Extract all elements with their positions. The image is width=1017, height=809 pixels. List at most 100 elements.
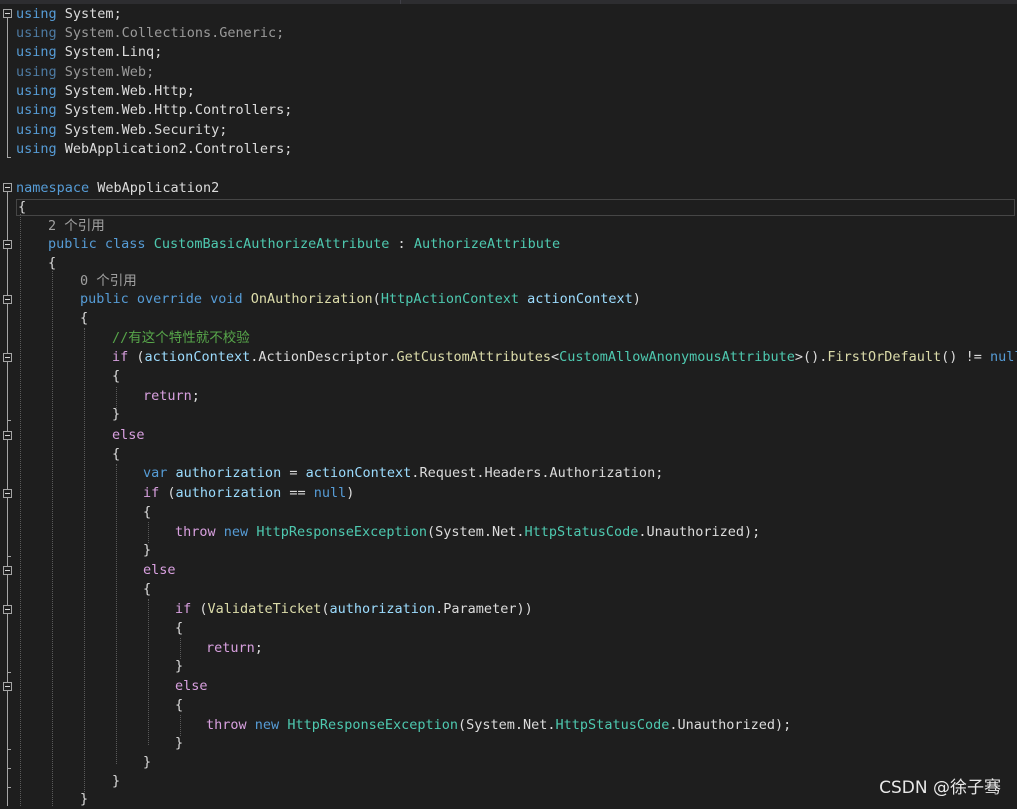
- keyword-public: public: [80, 291, 129, 307]
- property-headers: Headers: [484, 465, 542, 481]
- code-line-else-mid-close[interactable]: }: [143, 753, 151, 772]
- watermark: CSDN @徐子骞: [879, 778, 1001, 798]
- fold-toggle-else-mid[interactable]: [3, 566, 12, 575]
- code-line-class-decl[interactable]: public class CustomBasicAuthorizeAttribu…: [48, 235, 560, 254]
- code-line-if-attribute[interactable]: if (actionContext.ActionDescriptor.GetCu…: [112, 348, 1017, 367]
- code-line-else-inner-close[interactable]: }: [175, 734, 183, 753]
- open-paren: (: [167, 485, 176, 501]
- enum-unauthorized: Unauthorized: [677, 717, 776, 733]
- code-line-var-authorization[interactable]: var authorization = actionContext. Reques…: [143, 464, 663, 483]
- open-brace: {: [112, 368, 121, 384]
- semicolon: ;: [186, 83, 195, 99]
- code-line-class-open[interactable]: {: [48, 254, 56, 273]
- equal-operator: ==: [289, 485, 306, 501]
- close-paren: ): [744, 524, 753, 540]
- code-line-else-inner[interactable]: else: [175, 677, 208, 696]
- method-name: OnAuthorization: [250, 291, 373, 307]
- code-line-if-null[interactable]: if (authorization == null): [143, 484, 354, 503]
- keyword-new: new: [254, 717, 280, 733]
- property-authorization: Authorization: [549, 465, 656, 481]
- fold-toggle-if-null[interactable]: [3, 489, 12, 498]
- fold-toggle-if-ticket[interactable]: [3, 605, 12, 614]
- semicolon: ;: [146, 64, 155, 80]
- fold-toggle-if-attribute[interactable]: [3, 353, 12, 362]
- code-line-namespace[interactable]: namespace WebApplication2: [16, 179, 219, 198]
- code-line-using-6[interactable]: using System.Web.Http.Controllers;: [16, 101, 292, 120]
- indent-guide-else-outer: [116, 464, 117, 764]
- fold-end-else-inner: [7, 749, 11, 750]
- indent-guide-else-mid: [148, 599, 149, 745]
- namespace-name: System.Web: [64, 64, 147, 80]
- fold-toggle-else-outer[interactable]: [3, 431, 12, 440]
- open-brace: {: [18, 199, 27, 215]
- code-line-comment[interactable]: //有这个特性就不校验: [112, 329, 250, 348]
- keyword-throw: throw: [206, 717, 247, 733]
- code-line-if-close[interactable]: }: [112, 405, 120, 424]
- keyword-using: using: [16, 122, 57, 138]
- code-line-if-ticket[interactable]: if (ValidateTicket(authorization.Paramet…: [175, 600, 533, 619]
- code-line-throw-1[interactable]: throw new HttpResponseException(System.N…: [175, 523, 760, 542]
- variable-authorization: authorization: [175, 485, 282, 501]
- property-request: Request: [419, 465, 477, 481]
- namespace-name: System.Web.Http: [64, 83, 187, 99]
- code-line-else-mid-open[interactable]: {: [143, 580, 151, 599]
- type-http-response-exception: HttpResponseException: [287, 717, 458, 733]
- code-line-return[interactable]: return;: [143, 387, 200, 406]
- fold-toggle-method[interactable]: [3, 295, 12, 304]
- close-paren: ): [775, 717, 784, 733]
- code-line-method-close[interactable]: }: [80, 790, 88, 809]
- open-paren: (: [427, 524, 436, 540]
- code-line-namespace-open[interactable]: {: [18, 198, 26, 217]
- code-line-using-3[interactable]: using System.Linq;: [16, 43, 162, 62]
- code-line-using-8[interactable]: using WebApplication2.Controllers;: [16, 140, 292, 159]
- indent-guide-if-ticket: [180, 638, 181, 659]
- close-brace: }: [112, 773, 121, 789]
- codelens-class-references[interactable]: 2 个引用: [48, 217, 105, 236]
- fold-end-usings: [7, 157, 11, 158]
- codelens-method-references[interactable]: 0 个引用: [80, 272, 137, 291]
- open-brace: {: [175, 697, 184, 713]
- code-line-using-7[interactable]: using System.Web.Security;: [16, 121, 227, 140]
- open-paren: (: [458, 717, 467, 733]
- greater-than: >: [794, 349, 803, 365]
- fold-end-else-mid: [7, 768, 11, 769]
- method-first-or-default: FirstOrDefault: [827, 349, 942, 365]
- fold-toggle-namespace[interactable]: [3, 183, 12, 192]
- code-line-if-open[interactable]: {: [112, 367, 120, 386]
- code-line-return-2[interactable]: return;: [206, 639, 263, 658]
- close-brace: }: [175, 658, 184, 674]
- code-line-else-inner-open[interactable]: {: [175, 696, 183, 715]
- code-line-if-ticket-close[interactable]: }: [175, 657, 183, 676]
- code-line-using-1[interactable]: using System;: [16, 5, 122, 24]
- code-line-if-null-open[interactable]: {: [143, 503, 151, 522]
- fold-toggle-usings[interactable]: [3, 9, 12, 18]
- code-line-using-2[interactable]: using System.Collections.Generic;: [16, 24, 284, 43]
- semicolon: ;: [284, 141, 293, 157]
- code-line-else-mid[interactable]: else: [143, 561, 176, 580]
- code-editor[interactable]: using System; using System.Collections.G…: [0, 0, 1017, 809]
- method-validate-ticket: ValidateTicket: [207, 601, 322, 617]
- code-line-if-ticket-open[interactable]: {: [175, 619, 183, 638]
- param-ref: actionContext: [305, 465, 412, 481]
- variable-authorization: authorization: [175, 465, 282, 481]
- code-line-method-open[interactable]: {: [80, 309, 88, 328]
- code-line-if-null-close[interactable]: }: [143, 541, 151, 560]
- keyword-using: using: [16, 6, 57, 22]
- code-line-using-4[interactable]: using System.Web;: [16, 63, 154, 82]
- fold-toggle-class[interactable]: [3, 240, 12, 249]
- open-brace: {: [112, 446, 121, 462]
- code-line-using-5[interactable]: using System.Web.Http;: [16, 82, 195, 101]
- namespace-system-net: System.Net.: [466, 717, 556, 733]
- code-line-else-close[interactable]: }: [112, 772, 120, 791]
- code-line-method-decl[interactable]: public override void OnAuthorization(Htt…: [80, 290, 641, 309]
- fold-end-else-outer: [7, 787, 11, 788]
- enum-unauthorized: Unauthorized: [646, 524, 745, 540]
- type-http-response-exception: HttpResponseException: [256, 524, 427, 540]
- namespace-name: System.Web.Http.Controllers: [64, 102, 285, 118]
- tab-divider: [400, 0, 401, 4]
- keyword-throw: throw: [175, 524, 216, 540]
- fold-toggle-else-inner[interactable]: [3, 682, 12, 691]
- code-line-else-open[interactable]: {: [112, 445, 120, 464]
- code-line-throw-2[interactable]: throw new HttpResponseException(System.N…: [206, 716, 791, 735]
- code-line-else[interactable]: else: [112, 426, 145, 445]
